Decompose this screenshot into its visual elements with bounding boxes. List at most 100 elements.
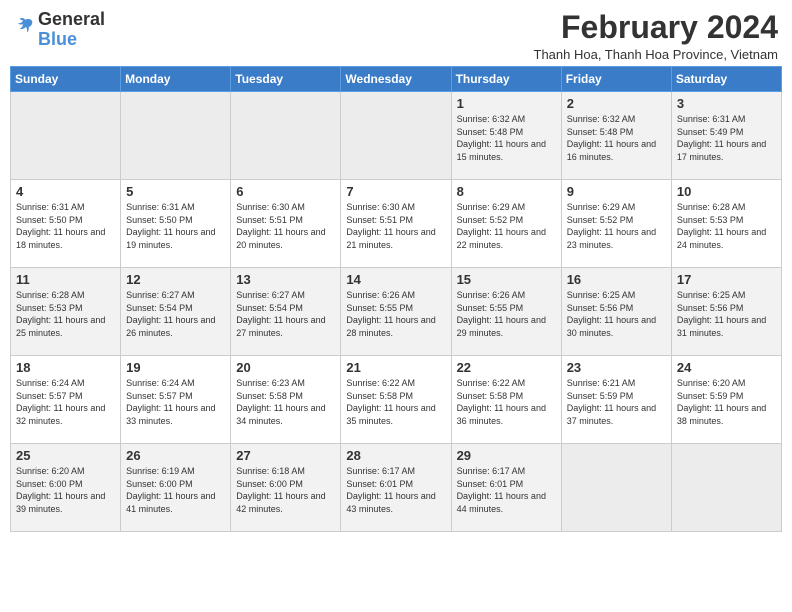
calendar-cell: 4 Sunrise: 6:31 AM Sunset: 5:50 PM Daylig… [11,180,121,268]
calendar-cell: 10 Sunrise: 6:28 AM Sunset: 5:53 PM Dayli… [671,180,781,268]
day-info: Sunrise: 6:27 AM Sunset: 5:54 PM Dayligh… [126,289,225,339]
calendar-cell: 22 Sunrise: 6:22 AM Sunset: 5:58 PM Dayli… [451,356,561,444]
logo-bird-icon [14,16,36,38]
day-number: 24 [677,360,776,375]
calendar-cell [121,92,231,180]
calendar-cell: 23 Sunrise: 6:21 AM Sunset: 5:59 PM Dayli… [561,356,671,444]
day-info: Sunrise: 6:27 AM Sunset: 5:54 PM Dayligh… [236,289,335,339]
day-info: Sunrise: 6:18 AM Sunset: 6:00 PM Dayligh… [236,465,335,515]
calendar-cell: 21Sunrise: 6:22 AM Sunset: 5:58 PM Dayli… [341,356,451,444]
day-number: 2 [567,96,666,111]
day-info: Sunrise: 6:28 AM Sunset: 5:53 PM Dayligh… [677,201,776,251]
title-block: February 2024 Thanh Hoa, Thanh Hoa Provi… [534,10,779,62]
calendar-week-row: 25 Sunrise: 6:20 AM Sunset: 6:00 PM Dayli… [11,444,782,532]
calendar-cell: 20 Sunrise: 6:23 AM Sunset: 5:58 PM Dayli… [231,356,341,444]
calendar-header-monday: Monday [121,67,231,92]
calendar-cell: 13 Sunrise: 6:27 AM Sunset: 5:54 PM Dayli… [231,268,341,356]
calendar-cell: 17 Sunrise: 6:25 AM Sunset: 5:56 PM Dayli… [671,268,781,356]
calendar-cell: 3 Sunrise: 6:31 AM Sunset: 5:49 PM Daylig… [671,92,781,180]
day-number: 21 [346,360,445,375]
day-info: Sunrise: 6:21 AM Sunset: 5:59 PM Dayligh… [567,377,666,427]
day-number: 17 [677,272,776,287]
day-info: Sunrise: 6:25 AM Sunset: 5:56 PM Dayligh… [567,289,666,339]
day-number: 13 [236,272,335,287]
day-number: 16 [567,272,666,287]
calendar-cell: 1 Sunrise: 6:32 AM Sunset: 5:48 PM Daylig… [451,92,561,180]
page-header: GeneralBlue February 2024 Thanh Hoa, Tha… [10,10,782,62]
day-number: 15 [457,272,556,287]
day-number: 19 [126,360,225,375]
day-info: Sunrise: 6:30 AM Sunset: 5:51 PM Dayligh… [346,201,445,251]
day-info: Sunrise: 6:20 AM Sunset: 6:00 PM Dayligh… [16,465,115,515]
day-info: Sunrise: 6:24 AM Sunset: 5:57 PM Dayligh… [16,377,115,427]
calendar-cell [341,92,451,180]
day-info: Sunrise: 6:25 AM Sunset: 5:56 PM Dayligh… [677,289,776,339]
day-info: Sunrise: 6:22 AM Sunset: 5:58 PM Dayligh… [457,377,556,427]
calendar-cell: 2 Sunrise: 6:32 AM Sunset: 5:48 PM Daylig… [561,92,671,180]
calendar-week-row: 4 Sunrise: 6:31 AM Sunset: 5:50 PM Daylig… [11,180,782,268]
calendar-cell: 6Sunrise: 6:30 AM Sunset: 5:51 PM Daylig… [231,180,341,268]
calendar-cell: 14 Sunrise: 6:26 AM Sunset: 5:55 PM Dayli… [341,268,451,356]
day-number: 20 [236,360,335,375]
calendar-header-thursday: Thursday [451,67,561,92]
calendar-week-row: 18 Sunrise: 6:24 AM Sunset: 5:57 PM Dayli… [11,356,782,444]
day-number: 25 [16,448,115,463]
day-info: Sunrise: 6:17 AM Sunset: 6:01 PM Dayligh… [457,465,556,515]
calendar-header-friday: Friday [561,67,671,92]
day-number: 22 [457,360,556,375]
calendar-cell: 12Sunrise: 6:27 AM Sunset: 5:54 PM Dayli… [121,268,231,356]
day-info: Sunrise: 6:28 AM Sunset: 5:53 PM Dayligh… [16,289,115,339]
day-info: Sunrise: 6:23 AM Sunset: 5:58 PM Dayligh… [236,377,335,427]
day-number: 7 [346,184,445,199]
day-info: Sunrise: 6:31 AM Sunset: 5:49 PM Dayligh… [677,113,776,163]
day-number: 14 [346,272,445,287]
location-subtitle: Thanh Hoa, Thanh Hoa Province, Vietnam [534,47,779,62]
day-info: Sunrise: 6:30 AM Sunset: 5:51 PM Dayligh… [236,201,335,251]
day-number: 10 [677,184,776,199]
calendar-cell: 26 Sunrise: 6:19 AM Sunset: 6:00 PM Dayli… [121,444,231,532]
calendar-cell: 28 Sunrise: 6:17 AM Sunset: 6:01 PM Dayli… [341,444,451,532]
calendar-cell: 7 Sunrise: 6:30 AM Sunset: 5:51 PM Daylig… [341,180,451,268]
calendar-cell: 11Sunrise: 6:28 AM Sunset: 5:53 PM Dayli… [11,268,121,356]
day-info: Sunrise: 6:26 AM Sunset: 5:55 PM Dayligh… [457,289,556,339]
day-info: Sunrise: 6:31 AM Sunset: 5:50 PM Dayligh… [16,201,115,251]
day-number: 18 [16,360,115,375]
calendar-table: SundayMondayTuesdayWednesdayThursdayFrid… [10,66,782,532]
logo-text: GeneralBlue [38,10,105,50]
day-number: 3 [677,96,776,111]
calendar-header-row: SundayMondayTuesdayWednesdayThursdayFrid… [11,67,782,92]
calendar-cell [671,444,781,532]
calendar-cell: 16 Sunrise: 6:25 AM Sunset: 5:56 PM Dayli… [561,268,671,356]
day-info: Sunrise: 6:19 AM Sunset: 6:00 PM Dayligh… [126,465,225,515]
calendar-cell: 29 Sunrise: 6:17 AM Sunset: 6:01 PM Dayli… [451,444,561,532]
day-info: Sunrise: 6:29 AM Sunset: 5:52 PM Dayligh… [457,201,556,251]
day-info: Sunrise: 6:32 AM Sunset: 5:48 PM Dayligh… [567,113,666,163]
day-number: 4 [16,184,115,199]
calendar-header-saturday: Saturday [671,67,781,92]
calendar-cell: 19Sunrise: 6:24 AM Sunset: 5:57 PM Dayli… [121,356,231,444]
calendar-cell [561,444,671,532]
calendar-header-wednesday: Wednesday [341,67,451,92]
day-info: Sunrise: 6:29 AM Sunset: 5:52 PM Dayligh… [567,201,666,251]
calendar-cell [11,92,121,180]
day-number: 27 [236,448,335,463]
day-number: 28 [346,448,445,463]
day-info: Sunrise: 6:26 AM Sunset: 5:55 PM Dayligh… [346,289,445,339]
calendar-cell: 9Sunrise: 6:29 AM Sunset: 5:52 PM Daylig… [561,180,671,268]
calendar-week-row: 1 Sunrise: 6:32 AM Sunset: 5:48 PM Daylig… [11,92,782,180]
day-info: Sunrise: 6:32 AM Sunset: 5:48 PM Dayligh… [457,113,556,163]
day-info: Sunrise: 6:17 AM Sunset: 6:01 PM Dayligh… [346,465,445,515]
day-info: Sunrise: 6:20 AM Sunset: 5:59 PM Dayligh… [677,377,776,427]
day-number: 1 [457,96,556,111]
logo: GeneralBlue [14,10,105,50]
day-number: 23 [567,360,666,375]
day-number: 26 [126,448,225,463]
day-number: 29 [457,448,556,463]
calendar-cell: 24 Sunrise: 6:20 AM Sunset: 5:59 PM Dayli… [671,356,781,444]
calendar-cell: 25 Sunrise: 6:20 AM Sunset: 6:00 PM Dayli… [11,444,121,532]
calendar-cell: 5Sunrise: 6:31 AM Sunset: 5:50 PM Daylig… [121,180,231,268]
day-number: 8 [457,184,556,199]
calendar-cell: 18 Sunrise: 6:24 AM Sunset: 5:57 PM Dayli… [11,356,121,444]
calendar-week-row: 11Sunrise: 6:28 AM Sunset: 5:53 PM Dayli… [11,268,782,356]
calendar-header-sunday: Sunday [11,67,121,92]
